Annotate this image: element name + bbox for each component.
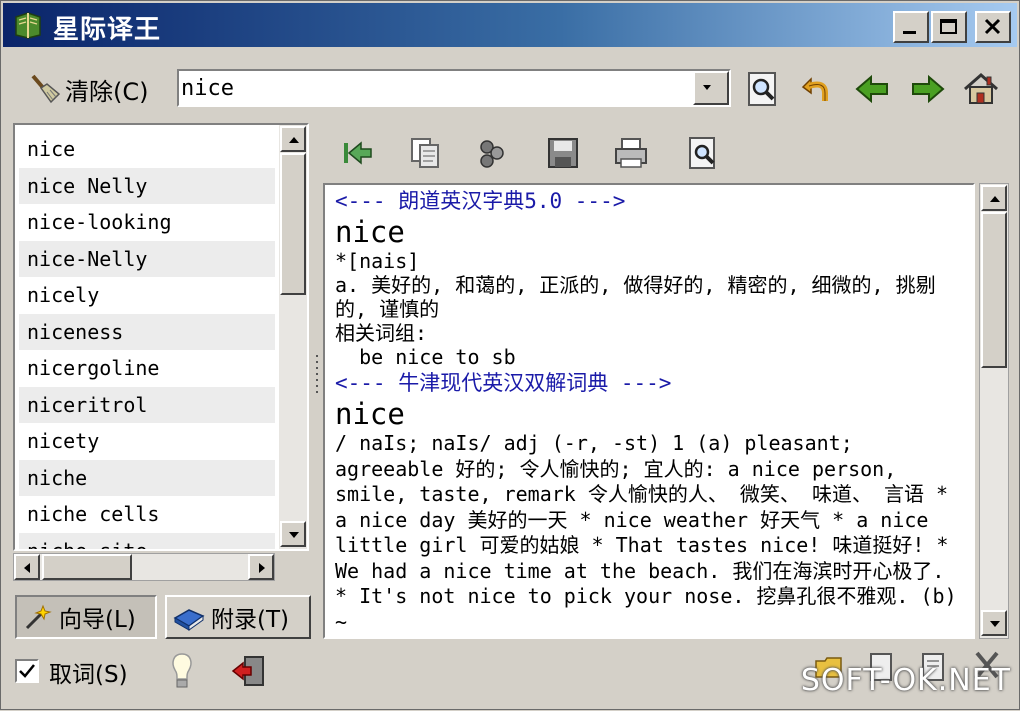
print-icon[interactable]	[613, 135, 649, 171]
arrow-up-icon	[289, 137, 299, 143]
arrow-left-icon	[24, 563, 30, 573]
app-book-icon	[15, 12, 41, 39]
list-item[interactable]: niche-site	[19, 532, 275, 549]
phonetic: *[nais]	[335, 249, 420, 273]
scroll-left-button[interactable]	[14, 554, 40, 580]
list-item[interactable]: nicety	[19, 423, 275, 460]
maximize-button[interactable]	[931, 11, 967, 43]
word-list-hscrollbar[interactable]	[13, 553, 275, 581]
search-dropdown-button[interactable]	[693, 71, 729, 105]
scan-checkbox[interactable]	[15, 659, 39, 683]
magic-wand-icon	[25, 604, 52, 630]
back-arrow-icon[interactable]	[853, 69, 893, 109]
tab-guide-label: 向导(L)	[59, 607, 136, 633]
find-icon[interactable]	[685, 135, 721, 171]
scroll-up-button[interactable]	[280, 126, 306, 152]
title-bar: 星际译王	[3, 3, 1017, 47]
save-icon[interactable]	[545, 135, 581, 171]
checkmark-icon	[19, 664, 35, 678]
word-list-items: nice nice Nelly nice-looking nice-Nelly nice…	[19, 131, 275, 549]
chevron-down-icon	[703, 85, 711, 90]
list-item[interactable]: niche cells	[19, 496, 275, 533]
book-icon	[173, 609, 205, 631]
list-item[interactable]: nice	[19, 131, 275, 168]
scan-checkbox-label: 取词(S)	[49, 662, 128, 688]
search-combobox[interactable]	[177, 69, 731, 107]
list-item[interactable]: niceness	[19, 313, 275, 350]
list-item[interactable]: niche	[19, 459, 275, 496]
exit-icon[interactable]	[231, 653, 267, 689]
forward-arrow-icon[interactable]	[907, 69, 947, 109]
minimize-icon	[903, 31, 916, 34]
list-item[interactable]: nicergoline	[19, 350, 275, 387]
arrow-down-icon	[289, 532, 299, 538]
pane-splitter[interactable]	[313, 121, 321, 641]
clear-button[interactable]: 清除(C)	[27, 69, 148, 109]
list-item[interactable]: nice-looking	[19, 204, 275, 241]
toolbar: 清除(C)	[1, 51, 1020, 123]
oxford-entry: / naIs; naIs/ adj (-r, -st) 1 (a) pleasa…	[335, 431, 957, 634]
related-label: 相关词组:	[335, 321, 428, 345]
scroll-thumb[interactable]	[280, 153, 306, 295]
tab-appendix-label: 附录(T)	[211, 607, 289, 633]
copy-icon[interactable]	[407, 135, 443, 171]
hscroll-thumb[interactable]	[42, 554, 132, 580]
clear-label: 清除(C)	[65, 77, 149, 106]
scroll-down-button[interactable]	[280, 521, 306, 547]
scroll-right-button[interactable]	[248, 554, 274, 580]
word-list-scrollbar[interactable]	[279, 125, 307, 549]
definition-scrollbar[interactable]	[979, 183, 1009, 639]
def-scroll-down-button[interactable]	[981, 610, 1007, 636]
window-title: 星际译王	[53, 15, 162, 45]
broom-icon	[31, 74, 61, 104]
close-button[interactable]	[975, 11, 1011, 43]
close-icon	[984, 18, 1001, 35]
status-bar: 取词(S) SOFT-OK.NET	[1, 645, 1020, 711]
list-item[interactable]: niceritrol	[19, 386, 275, 423]
arrow-up-icon	[990, 196, 1000, 202]
lightbulb-icon[interactable]	[167, 651, 197, 691]
watermark-text: SOFT-OK.NET	[800, 663, 1011, 698]
dict-header-oxford: <--- 牛津现代英汉双解词典 --->	[335, 371, 672, 395]
arrow-right-icon	[259, 563, 265, 573]
meaning: a. 美好的, 和蔼的, 正派的, 做得好的, 精密的, 细微的, 挑剔的, 谨…	[335, 273, 936, 321]
home-icon[interactable]	[961, 69, 1001, 109]
def-scroll-up-button[interactable]	[981, 185, 1007, 211]
minimize-button[interactable]	[893, 11, 929, 43]
def-scroll-thumb[interactable]	[981, 212, 1007, 368]
headword-oxford: nice	[335, 397, 405, 431]
search-icon[interactable]	[743, 69, 783, 109]
definition-pane[interactable]: <--- 朗道英汉字典5.0 ---> nice *[nais] a. 美好的,…	[323, 183, 975, 639]
pronounce-icon[interactable]	[475, 135, 511, 171]
dict-header-langdao: <--- 朗道英汉字典5.0 --->	[335, 189, 626, 213]
go-first-icon[interactable]	[339, 135, 375, 171]
list-item[interactable]: nice-Nelly	[19, 240, 275, 277]
tab-guide[interactable]: 向导(L)	[15, 595, 157, 639]
arrow-down-icon	[990, 621, 1000, 627]
headword: nice	[335, 215, 405, 249]
maximize-icon	[940, 19, 957, 34]
definition-content: <--- 朗道英汉字典5.0 ---> nice *[nais] a. 美好的,…	[335, 187, 967, 635]
related-phrase: be nice to sb	[335, 345, 516, 369]
search-input[interactable]	[181, 75, 689, 101]
list-item[interactable]: nicely	[19, 277, 275, 314]
list-item[interactable]: nice Nelly	[19, 167, 275, 204]
back-undo-icon[interactable]	[799, 69, 839, 109]
word-list[interactable]: nice nice Nelly nice-looking nice-Nelly nice…	[13, 123, 309, 551]
tab-appendix[interactable]: 附录(T)	[165, 595, 311, 639]
app-window: 星际译王 清除(C) nice nice nice Nelly nice-loo…	[0, 0, 1020, 710]
